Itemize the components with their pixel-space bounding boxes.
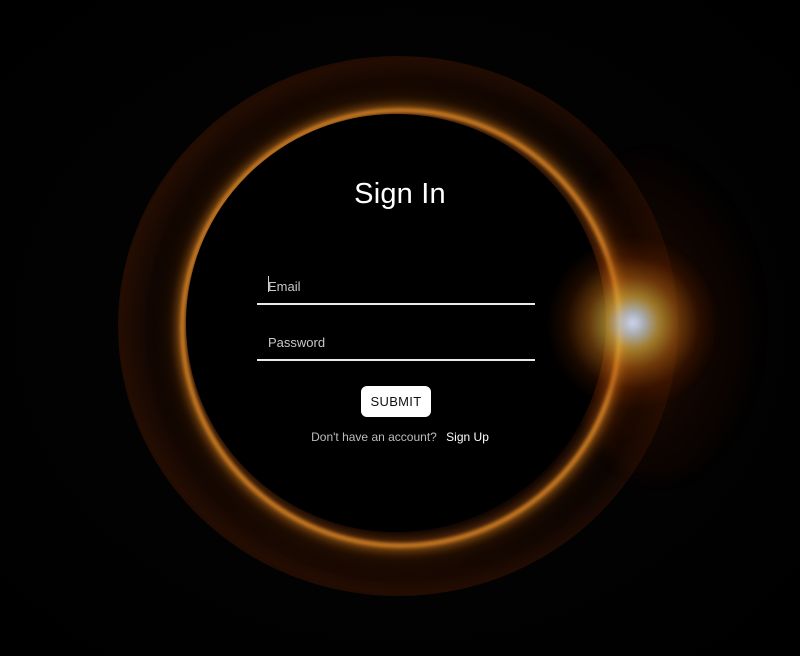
- signin-page: Sign In SUBMIT Don't have an account? Si…: [0, 0, 800, 656]
- signup-row: Don't have an account? Sign Up: [0, 430, 800, 444]
- eclipse-diamond-flare: [548, 238, 718, 408]
- submit-button[interactable]: SUBMIT: [361, 386, 431, 417]
- signup-prompt: Don't have an account?: [311, 430, 437, 444]
- page-title: Sign In: [354, 178, 446, 210]
- email-input[interactable]: [257, 269, 535, 303]
- signup-link[interactable]: Sign Up: [446, 430, 489, 444]
- text-caret: [268, 276, 269, 292]
- email-field-container: [257, 269, 535, 305]
- eclipse-moon-disc: [186, 114, 606, 532]
- password-field-container: [257, 325, 535, 361]
- password-input[interactable]: [257, 325, 535, 359]
